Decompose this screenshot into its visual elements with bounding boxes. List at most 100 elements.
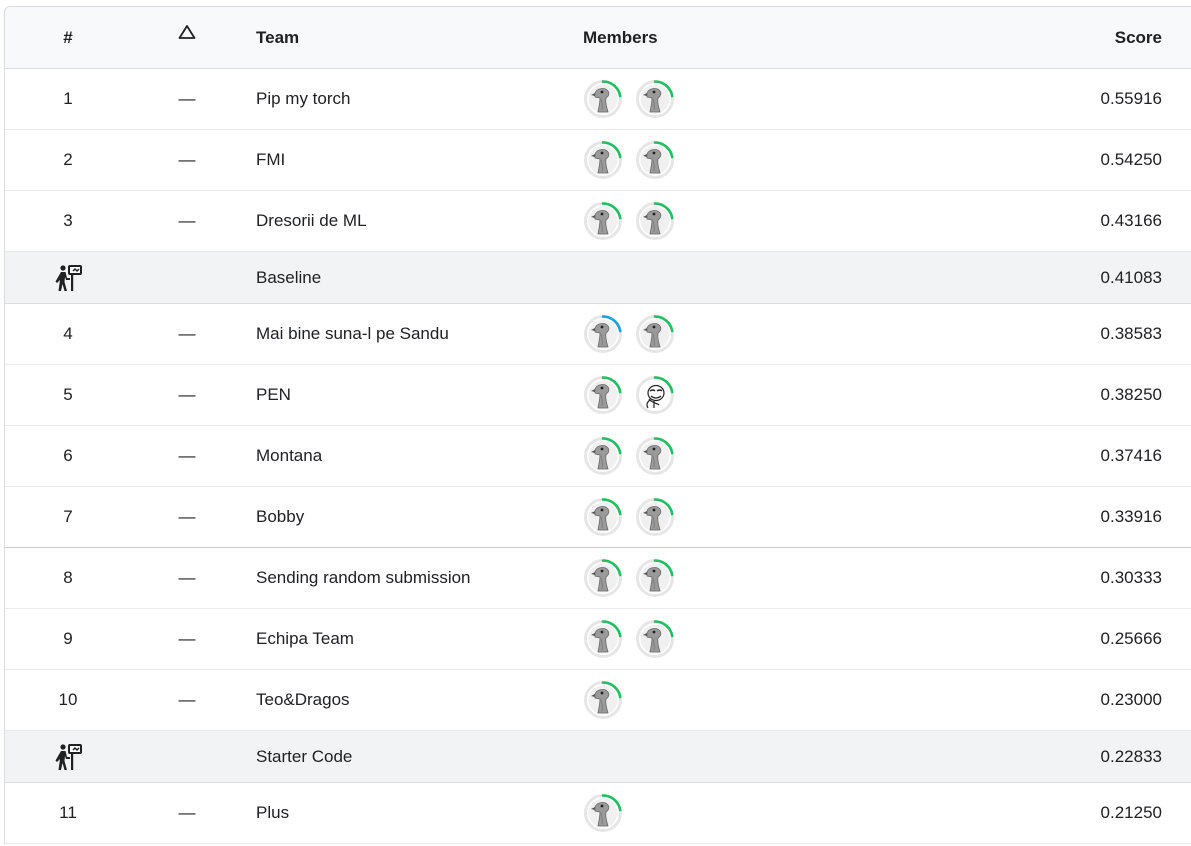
- rank-cell: 10: [58, 690, 78, 709]
- score-value: 0.25666: [1100, 629, 1162, 648]
- user-avatar[interactable]: [583, 558, 623, 598]
- score-value: 0.33916: [1100, 507, 1162, 526]
- delta-column-header[interactable]: [131, 24, 243, 46]
- rank-cell: 7: [63, 507, 73, 526]
- team-name[interactable]: FMI: [243, 150, 570, 170]
- delta-cell: —: [178, 324, 196, 343]
- benchmark-icon: [55, 264, 82, 291]
- members-cell: [570, 79, 872, 119]
- members-column-header: Members: [583, 27, 658, 47]
- user-avatar[interactable]: [583, 619, 623, 659]
- team-name[interactable]: Mai bine suna-l pe Sandu: [243, 324, 570, 344]
- rank-cell: 2: [63, 150, 73, 169]
- user-avatar[interactable]: [635, 375, 675, 415]
- delta-cell: —: [178, 150, 196, 169]
- members-cell: [570, 140, 872, 180]
- delta-cell: —: [178, 507, 196, 526]
- user-avatar[interactable]: [583, 79, 623, 119]
- user-avatar[interactable]: [635, 201, 675, 241]
- user-avatar[interactable]: [635, 497, 675, 537]
- members-cell: [570, 793, 872, 833]
- score-value: 0.38583: [1100, 324, 1162, 343]
- table-row[interactable]: 7 — Bobby 0.33916: [5, 487, 1191, 548]
- rank-cell: 3: [63, 211, 73, 230]
- score-column-header[interactable]: Score: [872, 28, 1191, 48]
- members-cell: [570, 619, 872, 659]
- user-avatar[interactable]: [583, 375, 623, 415]
- delta-cell: —: [178, 629, 196, 648]
- rank-cell: 4: [63, 324, 73, 343]
- table-row[interactable]: 3 — Dresorii de ML 0.43166: [5, 191, 1191, 252]
- score-value: 0.30333: [1100, 568, 1162, 587]
- team-name[interactable]: Plus: [243, 803, 570, 823]
- members-cell: [570, 314, 872, 354]
- user-avatar[interactable]: [635, 79, 675, 119]
- score-value: 0.41083: [1100, 267, 1162, 287]
- members-cell: [570, 497, 872, 537]
- table-row[interactable]: 4 — Mai bine suna-l pe Sandu 0.38583: [5, 304, 1191, 365]
- table-row[interactable]: 2 — FMI 0.54250: [5, 130, 1191, 191]
- table-row[interactable]: 9 — Echipa Team 0.25666: [5, 609, 1191, 670]
- score-value: 0.21250: [1100, 803, 1162, 822]
- benchmark-row[interactable]: Starter Code 0.22833: [5, 731, 1191, 783]
- score-value: 0.37416: [1100, 446, 1162, 465]
- delta-cell: —: [178, 446, 196, 465]
- rank-cell: [5, 264, 131, 292]
- team-name[interactable]: Bobby: [243, 507, 570, 527]
- user-avatar[interactable]: [635, 558, 675, 598]
- user-avatar[interactable]: [583, 793, 623, 833]
- members-cell: [570, 680, 872, 720]
- leaderboard-rows: 1 — Pip my torch 0.55916 2 — FMI 0.54250…: [5, 69, 1191, 844]
- rank-cell: 8: [63, 568, 73, 587]
- team-name[interactable]: Dresorii de ML: [243, 211, 570, 231]
- user-avatar[interactable]: [635, 140, 675, 180]
- score-value: 0.43166: [1100, 211, 1162, 230]
- leaderboard-table: # Team Members Score 1 — Pip my torch 0.…: [4, 6, 1191, 844]
- team-name[interactable]: Sending random submission: [243, 568, 570, 588]
- team-name: Starter Code: [256, 746, 353, 766]
- rank-cell: 5: [63, 385, 73, 404]
- table-row[interactable]: 8 — Sending random submission 0.30333: [5, 548, 1191, 609]
- score-value: 0.38250: [1100, 385, 1162, 404]
- team-name[interactable]: PEN: [243, 385, 570, 405]
- table-row[interactable]: 5 — PEN 0.38250: [5, 365, 1191, 426]
- table-row[interactable]: 6 — Montana 0.37416: [5, 426, 1191, 487]
- delta-cell: —: [178, 690, 196, 709]
- user-avatar[interactable]: [583, 436, 623, 476]
- user-avatar[interactable]: [583, 314, 623, 354]
- delta-cell: —: [178, 803, 196, 822]
- table-header: # Team Members Score: [5, 7, 1191, 69]
- delta-cell: —: [178, 89, 196, 108]
- benchmark-row[interactable]: Baseline 0.41083: [5, 252, 1191, 304]
- user-avatar[interactable]: [583, 497, 623, 537]
- table-row[interactable]: 11 — Plus 0.21250: [5, 783, 1191, 844]
- score-value: 0.22833: [1100, 746, 1162, 766]
- triangle-up-icon: [178, 24, 196, 39]
- team-name[interactable]: Echipa Team: [243, 629, 570, 649]
- team-name: Baseline: [256, 267, 322, 287]
- score-value: 0.54250: [1100, 150, 1162, 169]
- table-row[interactable]: 10 — Teo&Dragos 0.23000: [5, 670, 1191, 731]
- user-avatar[interactable]: [635, 314, 675, 354]
- rank-cell: [5, 743, 131, 771]
- table-row[interactable]: 1 — Pip my torch 0.55916: [5, 69, 1191, 130]
- rank-cell: 6: [63, 446, 73, 465]
- delta-cell: —: [178, 385, 196, 404]
- user-avatar[interactable]: [583, 201, 623, 241]
- team-name[interactable]: Pip my torch: [243, 89, 570, 109]
- team-name[interactable]: Teo&Dragos: [243, 690, 570, 710]
- rank-cell: 1: [63, 89, 73, 108]
- user-avatar[interactable]: [635, 436, 675, 476]
- members-cell: [570, 558, 872, 598]
- rank-cell: 11: [59, 803, 77, 822]
- team-column-header[interactable]: Team: [243, 28, 570, 48]
- members-cell: [570, 201, 872, 241]
- score-value: 0.23000: [1100, 690, 1162, 709]
- user-avatar[interactable]: [583, 680, 623, 720]
- team-name[interactable]: Montana: [243, 446, 570, 466]
- delta-cell: —: [178, 568, 196, 587]
- user-avatar[interactable]: [635, 619, 675, 659]
- rank-column-header[interactable]: #: [5, 28, 131, 48]
- user-avatar[interactable]: [583, 140, 623, 180]
- members-cell: [570, 375, 872, 415]
